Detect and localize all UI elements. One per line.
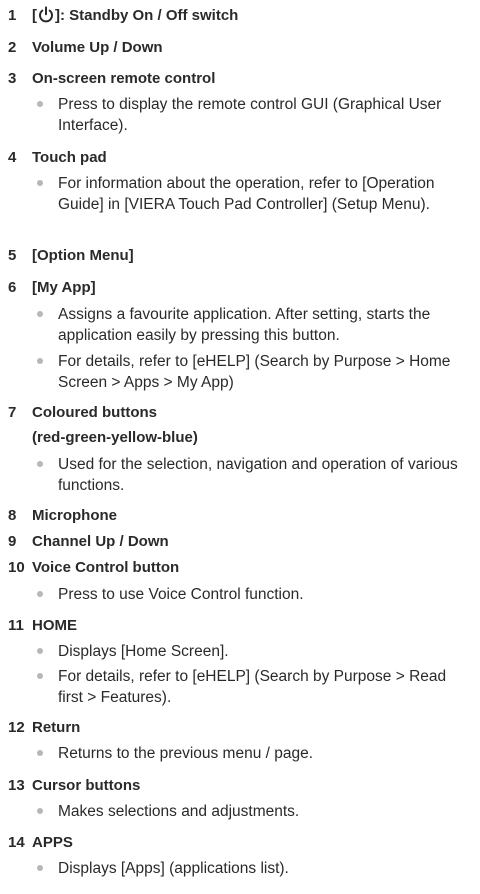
heading-bracket-open: [ <box>32 7 37 24</box>
item-number: 6 <box>8 279 17 296</box>
item-heading: Touch pad <box>32 149 107 166</box>
item-number: 14 <box>8 834 25 851</box>
item-number: 12 <box>8 719 25 736</box>
bullet-point: Returns to the previous menu / page. <box>37 743 470 764</box>
item-number: 2 <box>8 39 17 56</box>
item-number: 4 <box>8 149 17 166</box>
bullet-point: Used for the selection, navigation and o… <box>37 454 470 496</box>
bullet-dot <box>37 101 43 107</box>
bullet-point: Press to display the remote control GUI … <box>37 94 470 136</box>
bullet-point: For information about the operation, ref… <box>37 173 470 215</box>
bullet-text: Displays [Home Screen]. <box>58 643 229 660</box>
bullet-dot <box>37 648 43 654</box>
bullet-point: Press to use Voice Control function. <box>37 584 470 605</box>
bullet-dot <box>37 808 43 814</box>
bullet-dot <box>37 865 43 871</box>
bullet-dot <box>37 673 43 679</box>
item-heading: APPS <box>32 834 73 851</box>
item-number: 7 <box>8 404 17 421</box>
bullet-dot <box>37 311 43 317</box>
item-heading: Cursor buttons <box>32 777 141 794</box>
bullet-point: Assigns a favourite application. After s… <box>37 304 470 346</box>
item-heading: [ ]: Standby On / Off switch <box>32 6 238 26</box>
bullet-point: For details, refer to [eHELP] (Search by… <box>37 666 470 708</box>
item-number: 11 <box>8 617 24 634</box>
bullet-text: Displays [Apps] (applications list). <box>58 860 289 877</box>
item-heading: Return <box>32 719 81 736</box>
item-heading: [My App] <box>32 279 96 296</box>
item-heading: Microphone <box>32 507 117 524</box>
bullet-text: Returns to the previous menu / page. <box>58 745 314 762</box>
item-number: 1 <box>8 7 17 24</box>
bullet-text: For information about the operation, ref… <box>58 175 435 213</box>
item-heading: Volume Up / Down <box>32 39 163 56</box>
bullet-text: Press to use Voice Control function. <box>58 586 304 603</box>
bullet-point: For details, refer to [eHELP] (Search by… <box>37 351 470 393</box>
bullet-point: Displays [Apps] (applications list). <box>37 858 470 879</box>
item-heading: Coloured buttons <box>32 404 157 421</box>
bullet-text: For details, refer to [eHELP] (Search by… <box>58 668 447 706</box>
item-number: 3 <box>8 70 17 87</box>
bullet-text: Press to display the remote control GUI … <box>58 96 442 134</box>
bullet-dot <box>37 750 43 756</box>
item-number: 10 <box>8 559 25 576</box>
bullet-text: For details, refer to [eHELP] (Search by… <box>58 353 451 391</box>
item-heading: On-screen remote control <box>32 70 216 87</box>
item-heading: [Option Menu] <box>32 247 134 264</box>
item-number: 13 <box>8 777 25 794</box>
remote-control-parts-list: 1 [ ]: Standby On / Off switch 2 Volume U… <box>0 0 480 894</box>
item-subheading: (red-green-yellow-blue) <box>32 429 198 446</box>
item-number: 5 <box>8 247 17 264</box>
item-number: 9 <box>8 533 17 550</box>
item-heading: HOME <box>32 617 77 634</box>
bullet-dot <box>37 180 43 186</box>
item-number: 8 <box>8 507 17 524</box>
bullet-dot <box>37 461 43 467</box>
bullet-text: Makes selections and adjustments. <box>58 803 300 820</box>
bullet-text: Used for the selection, navigation and o… <box>58 456 458 494</box>
bullet-text: Assigns a favourite application. After s… <box>58 306 431 344</box>
power-icon <box>39 6 53 23</box>
bullet-point: Makes selections and adjustments. <box>37 801 470 822</box>
item-heading: Channel Up / Down <box>32 533 169 550</box>
item-heading: Voice Control button <box>32 559 180 576</box>
bullet-point: Displays [Home Screen]. <box>37 641 470 662</box>
bullet-dot <box>37 591 43 597</box>
heading-text: ]: Standby On / Off switch <box>55 7 239 24</box>
bullet-dot <box>37 358 43 364</box>
